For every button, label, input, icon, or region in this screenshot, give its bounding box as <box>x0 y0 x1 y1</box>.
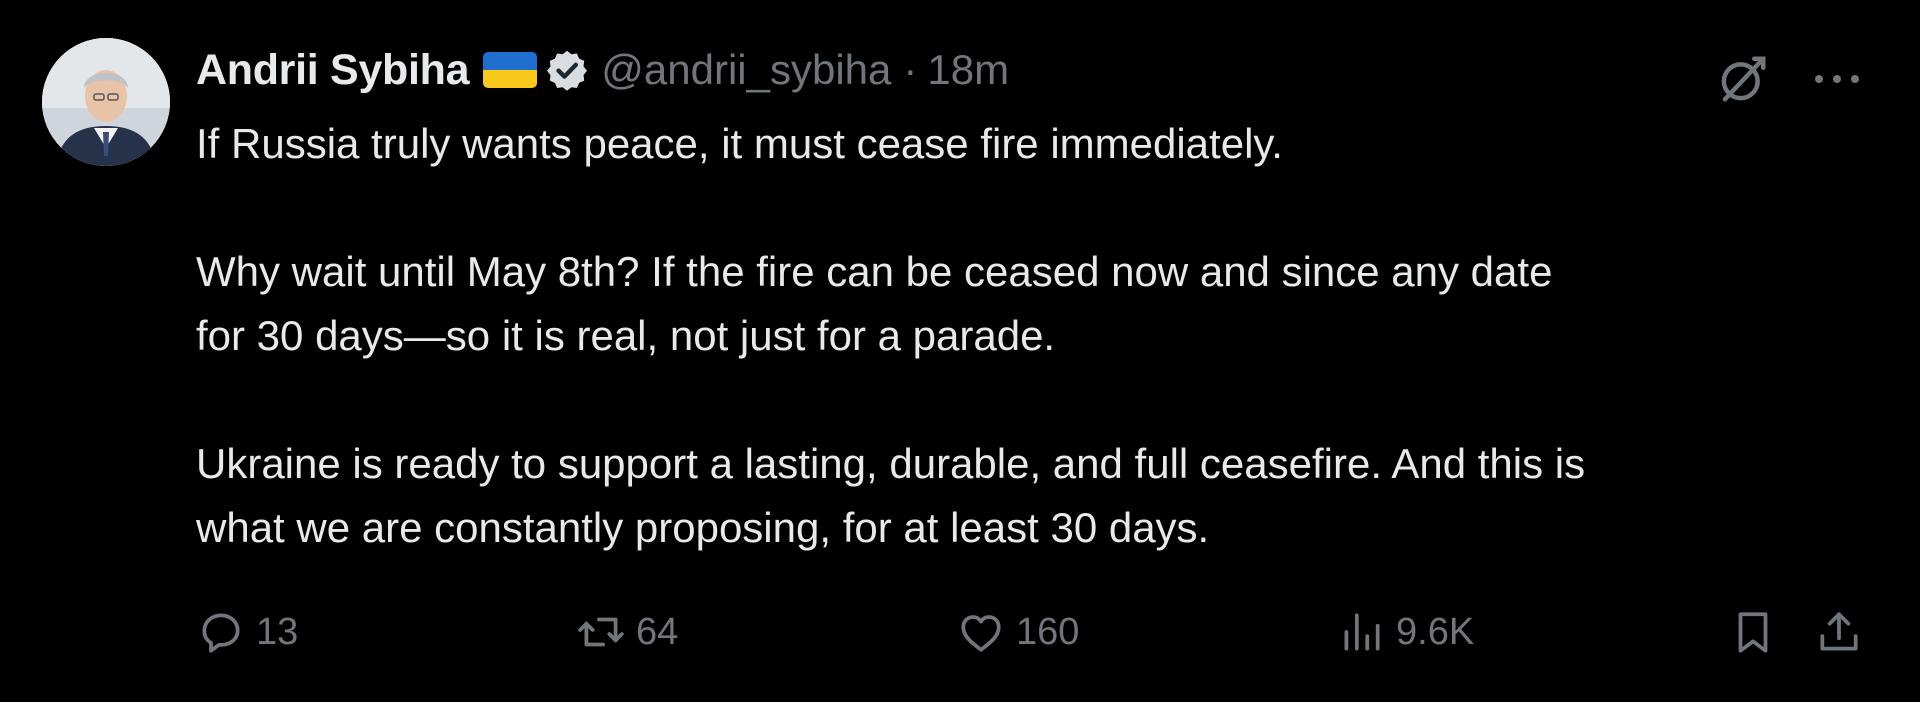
reply-icon <box>202 613 240 653</box>
tweet-paragraph: Why wait until May 8th? If the fire can … <box>196 248 1553 359</box>
reply-count: 13 <box>256 610 299 653</box>
tweet-text: If Russia truly wants peace, it must cea… <box>196 112 1876 624</box>
share-icon[interactable] <box>1814 607 1864 657</box>
repost-button[interactable]: 64 <box>576 607 956 657</box>
ukraine-flag-icon <box>483 52 538 88</box>
views-count: 9.6K <box>1396 610 1475 653</box>
more-icon[interactable] <box>1810 69 1864 89</box>
verified-badge-icon <box>547 50 588 91</box>
like-button[interactable]: 160 <box>956 607 1336 657</box>
tweet-paragraph: Ukraine is ready to support a lasting, d… <box>196 440 1586 551</box>
bookmark-icon[interactable] <box>1728 607 1778 657</box>
views-icon <box>1344 613 1380 651</box>
grok-icon[interactable] <box>1716 52 1770 106</box>
repost-count: 64 <box>636 610 679 653</box>
tweet-actions: 13 64 160 9.6K <box>196 604 1864 660</box>
reply-button[interactable]: 13 <box>196 607 576 657</box>
tweet-timestamp[interactable]: 18m <box>927 46 1009 94</box>
top-actions <box>1716 52 1864 106</box>
tweet-paragraph: If Russia truly wants peace, it must cea… <box>196 120 1283 167</box>
author-name[interactable]: Andrii Sybiha <box>196 46 470 95</box>
avatar[interactable] <box>42 38 170 166</box>
separator-dot: · <box>903 46 918 93</box>
secondary-actions <box>1728 607 1864 657</box>
author-handle[interactable]: @andrii_sybiha <box>601 46 891 94</box>
tweet-header: Andrii Sybiha @andrii_sybiha · 18m <box>196 42 1009 98</box>
repost-icon <box>578 617 624 647</box>
views-button[interactable]: 9.6K <box>1336 607 1716 657</box>
avatar-image <box>42 38 170 166</box>
like-count: 160 <box>1016 610 1080 653</box>
like-icon <box>961 615 1001 652</box>
tweet[interactable]: Andrii Sybiha @andrii_sybiha · 18m If Ru… <box>0 0 1920 702</box>
